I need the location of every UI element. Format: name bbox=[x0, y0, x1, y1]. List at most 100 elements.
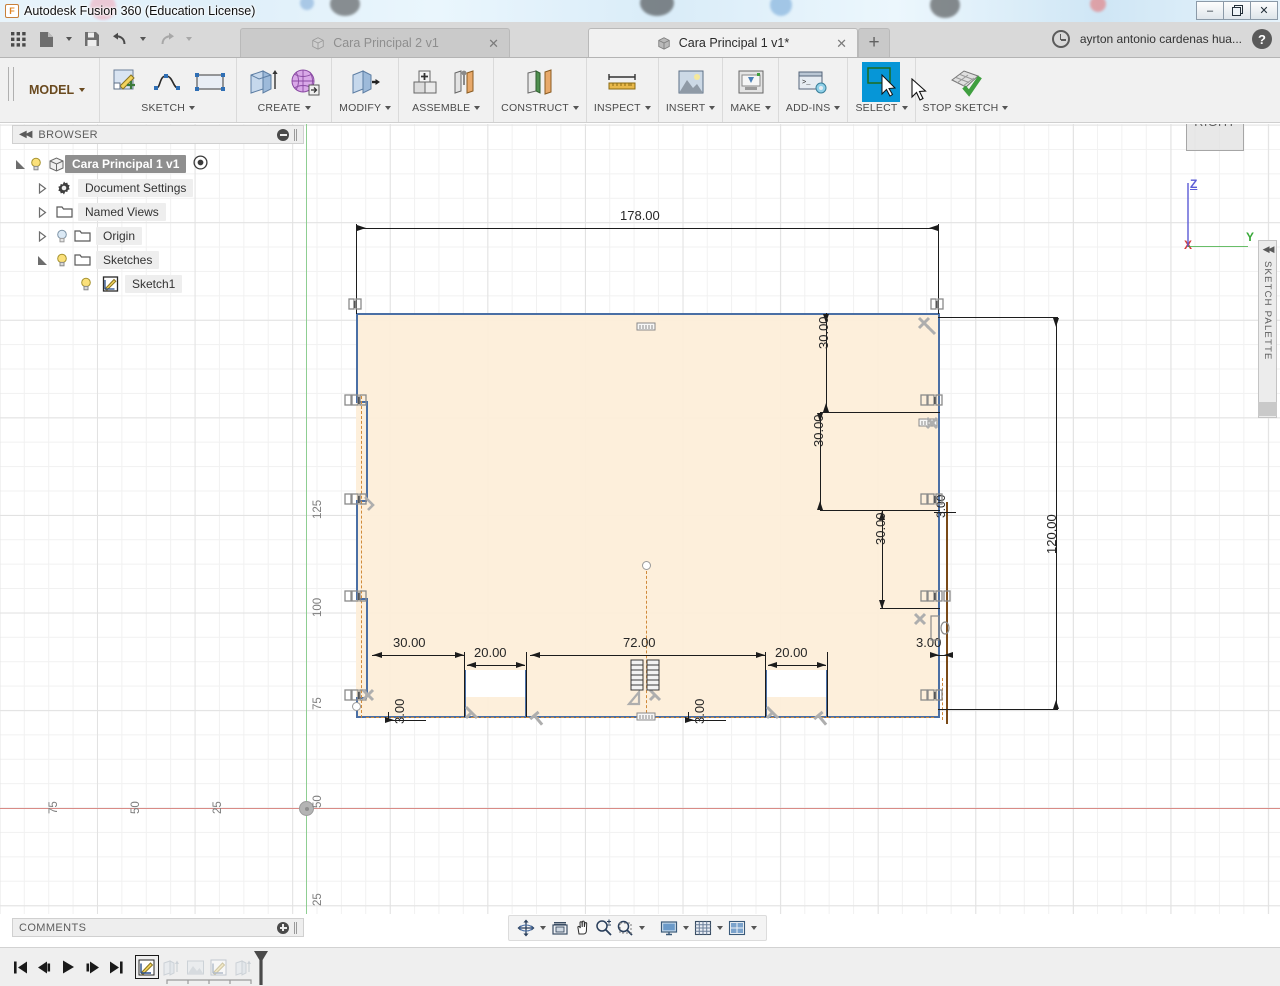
left-centerline-construction[interactable] bbox=[361, 396, 362, 718]
rectangle-icon[interactable] bbox=[191, 62, 229, 102]
tab-close-icon[interactable]: ✕ bbox=[488, 36, 499, 52]
expand-twisty-closed-icon[interactable] bbox=[34, 206, 50, 218]
redo-dropdown-caret[interactable] bbox=[180, 24, 198, 54]
sketch-palette-scroll-thumb[interactable] bbox=[1258, 402, 1277, 416]
ribbon-group-label[interactable]: ADD-INS bbox=[786, 102, 841, 114]
perpendicular-constraint-icon[interactable] bbox=[360, 494, 378, 519]
clock-icon[interactable] bbox=[1051, 30, 1070, 48]
go-to-end-icon[interactable] bbox=[104, 954, 128, 980]
offset-plane-icon[interactable] bbox=[521, 62, 559, 102]
display-dropdown-caret[interactable] bbox=[681, 917, 691, 939]
document-tab-cara-principal-2[interactable]: Cara Principal 2 v1 ✕ bbox=[240, 28, 510, 57]
ribbon-group-label[interactable]: INSERT bbox=[666, 102, 716, 114]
new-tab-button[interactable]: + bbox=[858, 28, 890, 57]
horizontal-constraint-icon[interactable] bbox=[636, 321, 656, 335]
dimension-mid-3[interactable]: 3.00 bbox=[692, 699, 707, 724]
create-form-icon[interactable] bbox=[286, 62, 324, 102]
spline-icon[interactable] bbox=[149, 62, 187, 102]
sketch-line-left-c[interactable] bbox=[356, 500, 358, 598]
joint-icon[interactable] bbox=[448, 62, 486, 102]
step-back-icon[interactable] bbox=[32, 954, 56, 980]
grid-snaps-icon[interactable] bbox=[693, 917, 713, 939]
perpendicular-constraint-icon[interactable] bbox=[812, 709, 834, 734]
coincident-constraint-icon[interactable] bbox=[920, 588, 954, 608]
new-document-dropdown-caret[interactable] bbox=[60, 24, 78, 54]
sketch-line-right-a[interactable] bbox=[938, 313, 940, 401]
tree-row-root[interactable]: Cara Principal 1 v1 bbox=[12, 152, 304, 176]
dimension-right-30-top[interactable]: 30.00 bbox=[816, 316, 831, 349]
maximize-button[interactable] bbox=[1223, 1, 1251, 20]
view-cube-face[interactable]: RIGHT bbox=[1186, 124, 1244, 151]
step-forward-icon[interactable] bbox=[80, 954, 104, 980]
tree-row-named-views[interactable]: Named Views bbox=[12, 200, 304, 224]
window-controls[interactable]: – ✕ bbox=[1196, 1, 1278, 20]
tree-row-sketches[interactable]: Sketches bbox=[12, 248, 304, 272]
perpendicular-constraint-icon[interactable] bbox=[528, 709, 550, 734]
view-cube[interactable]: RIGHT bbox=[1186, 124, 1244, 151]
coincident-constraint-icon[interactable] bbox=[344, 392, 374, 412]
visibility-bulb-icon[interactable] bbox=[78, 276, 94, 292]
select-icon[interactable] bbox=[862, 62, 901, 102]
tree-row-sketch1[interactable]: Sketch1 bbox=[12, 272, 304, 296]
timeline-feature-extrude-2[interactable] bbox=[231, 955, 255, 979]
visibility-bulb-icon[interactable] bbox=[54, 252, 70, 268]
ribbon-group-label[interactable]: INSPECT bbox=[594, 102, 651, 114]
tree-row-origin[interactable]: Origin bbox=[12, 224, 304, 248]
dimension-left-3[interactable]: 3.00 bbox=[392, 699, 407, 724]
tab-close-icon[interactable]: ✕ bbox=[836, 36, 847, 52]
help-icon[interactable]: ? bbox=[1252, 29, 1272, 49]
undo-dropdown-caret[interactable] bbox=[134, 24, 152, 54]
expand-twisty-closed-icon[interactable] bbox=[34, 182, 50, 194]
app-grid-icon[interactable] bbox=[4, 24, 32, 54]
dimension-bottom-30[interactable]: 30.00 bbox=[393, 635, 426, 650]
close-button[interactable]: ✕ bbox=[1250, 1, 1278, 20]
timeline-feature-sketch2[interactable] bbox=[207, 955, 231, 979]
user-name-label[interactable]: ayrton antonio cardenas hua... bbox=[1080, 32, 1242, 46]
play-icon[interactable] bbox=[56, 954, 80, 980]
timeline-playhead[interactable] bbox=[254, 951, 268, 985]
sketch-line-left-inner-a[interactable] bbox=[366, 401, 368, 500]
visibility-bulb-icon[interactable] bbox=[28, 156, 44, 172]
scripts-addins-icon[interactable]: >_ bbox=[794, 62, 832, 102]
coincident-constraint-icon[interactable] bbox=[920, 491, 950, 511]
coincident-constraint-icon[interactable] bbox=[348, 296, 365, 316]
go-to-beginning-icon[interactable] bbox=[8, 954, 32, 980]
dimension-178[interactable]: 178.00 bbox=[620, 208, 660, 223]
save-icon[interactable] bbox=[78, 24, 106, 54]
dimension-right-30-bottom[interactable]: 30.00 bbox=[873, 512, 888, 545]
orbit-dropdown-caret[interactable] bbox=[538, 917, 548, 939]
ribbon-group-label[interactable]: SELECT bbox=[855, 102, 908, 114]
zoom-window-icon[interactable] bbox=[616, 917, 636, 939]
expand-twisty-open-icon[interactable] bbox=[34, 255, 50, 265]
redo-icon[interactable] bbox=[152, 24, 180, 54]
visibility-bulb-icon[interactable] bbox=[54, 228, 70, 244]
perpendicular-constraint-icon[interactable] bbox=[924, 414, 946, 439]
perpendicular-constraint-icon[interactable] bbox=[462, 702, 484, 727]
expand-twisty-open-icon[interactable] bbox=[12, 159, 28, 169]
ribbon-group-label[interactable]: MAKE bbox=[730, 102, 771, 114]
timeline-feature-extrude[interactable] bbox=[159, 955, 183, 979]
stop-sketch-icon[interactable] bbox=[946, 62, 984, 102]
dimension-center-72[interactable]: 72.00 bbox=[623, 635, 656, 650]
coincident-constraint-icon[interactable] bbox=[344, 588, 374, 608]
create-sketch-icon[interactable] bbox=[107, 62, 145, 102]
coincident-constraint-icon[interactable] bbox=[930, 296, 947, 316]
minimize-button[interactable]: – bbox=[1196, 1, 1224, 20]
ribbon-group-label[interactable]: MODIFY bbox=[339, 102, 392, 114]
double-chevron-left-icon[interactable]: ◀◀ bbox=[19, 129, 32, 140]
sketch-palette-tab[interactable]: ◀◀ SKETCH PALETTE bbox=[1258, 240, 1277, 418]
ribbon-group-label[interactable]: CONSTRUCT bbox=[501, 102, 579, 114]
zoom-icon[interactable] bbox=[594, 917, 614, 939]
dimension-right-notch-20[interactable]: 20.00 bbox=[775, 645, 808, 660]
browser-resize-grip[interactable] bbox=[294, 128, 297, 141]
ribbon-grip[interactable] bbox=[8, 67, 14, 101]
new-document-icon[interactable] bbox=[32, 24, 60, 54]
insert-mcmaster-icon[interactable] bbox=[672, 62, 710, 102]
construction-endpoint-handle[interactable] bbox=[642, 561, 651, 570]
ribbon-group-label[interactable]: CREATE bbox=[258, 102, 311, 114]
sketch-line-left-a[interactable] bbox=[356, 313, 358, 401]
comments-resize-grip[interactable] bbox=[294, 921, 297, 934]
equal-constraint-icon[interactable] bbox=[930, 614, 952, 645]
plus-circle-icon[interactable] bbox=[277, 921, 289, 934]
orbit-icon[interactable] bbox=[516, 917, 536, 939]
